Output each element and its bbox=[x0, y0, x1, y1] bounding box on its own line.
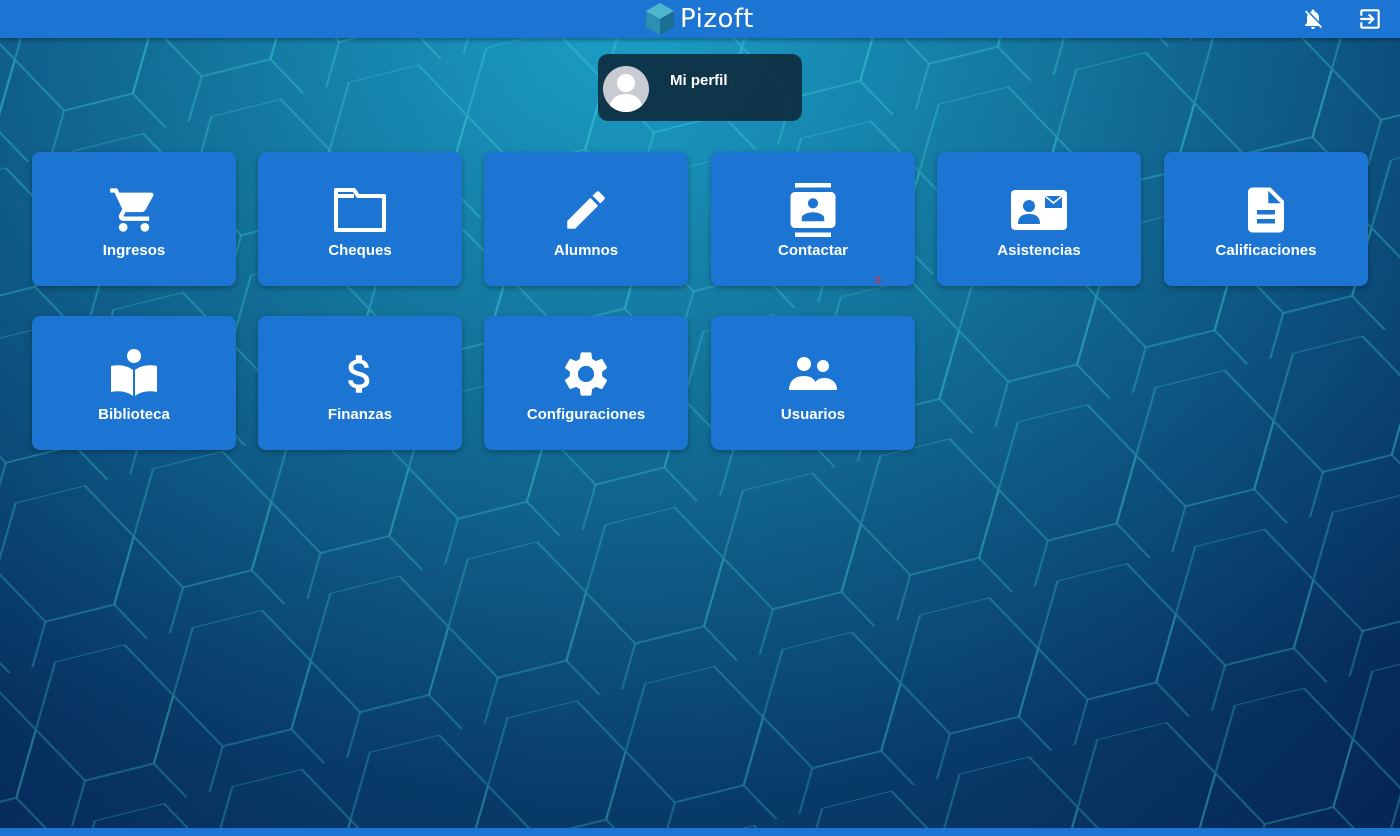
document-icon bbox=[1248, 187, 1284, 233]
tile-configuraciones[interactable]: Configuraciones bbox=[484, 316, 688, 450]
gear-icon bbox=[564, 352, 608, 396]
avatar bbox=[603, 66, 649, 112]
notifications-off-button[interactable] bbox=[1299, 5, 1327, 33]
tile-label: Ingresos bbox=[102, 242, 166, 259]
app-name: Pizoft bbox=[680, 4, 754, 34]
tile-label: Biblioteca bbox=[98, 406, 170, 423]
tile-label: Asistencias bbox=[997, 242, 1081, 259]
tile-cheques[interactable]: Cheques bbox=[258, 152, 462, 286]
tile-usuarios[interactable]: Usuarios bbox=[711, 316, 915, 450]
tile-ingresos[interactable]: Ingresos bbox=[32, 152, 236, 286]
my-profile-label: Mi perfil bbox=[670, 72, 728, 89]
tile-label: Alumnos bbox=[553, 242, 619, 259]
reader-book-icon bbox=[111, 349, 157, 396]
dollar-icon bbox=[348, 355, 370, 393]
tile-label: Contactar bbox=[777, 242, 848, 259]
people-icon bbox=[789, 357, 837, 390]
hexagon-logo-icon bbox=[646, 3, 674, 35]
bell-off-icon bbox=[1305, 9, 1322, 29]
tile-finanzas[interactable]: Finanzas bbox=[258, 316, 462, 450]
tile-label: Finanzas bbox=[327, 406, 393, 423]
tile-contactar[interactable]: Contactar bbox=[711, 152, 915, 286]
pencil-icon bbox=[567, 191, 605, 229]
tile-label: Cheques bbox=[328, 242, 392, 259]
tile-alumnos[interactable]: Alumnos bbox=[484, 152, 688, 286]
contact-badge: 8 bbox=[875, 275, 882, 287]
exit-to-app-icon bbox=[1360, 9, 1380, 29]
user-silhouette-icon bbox=[609, 74, 643, 112]
contacts-icon bbox=[790, 183, 836, 237]
tile-asistencias[interactable]: Asistencias bbox=[937, 152, 1141, 286]
cart-icon bbox=[110, 188, 154, 232]
folder-icon bbox=[334, 188, 386, 232]
top-app-bar: Pizoft bbox=[0, 0, 1400, 38]
my-profile-card[interactable]: Mi perfil bbox=[598, 54, 802, 121]
logout-button[interactable] bbox=[1356, 5, 1384, 33]
tile-calificaciones[interactable]: Calificaciones bbox=[1164, 152, 1368, 286]
bottom-bar bbox=[0, 828, 1400, 836]
tile-biblioteca[interactable]: Biblioteca bbox=[32, 316, 236, 450]
app-logo: Pizoft bbox=[644, 2, 754, 36]
id-card-icon bbox=[1011, 190, 1067, 230]
tile-label: Usuarios bbox=[780, 406, 846, 423]
tile-label: Configuraciones bbox=[526, 406, 646, 423]
tile-label: Calificaciones bbox=[1215, 242, 1317, 259]
